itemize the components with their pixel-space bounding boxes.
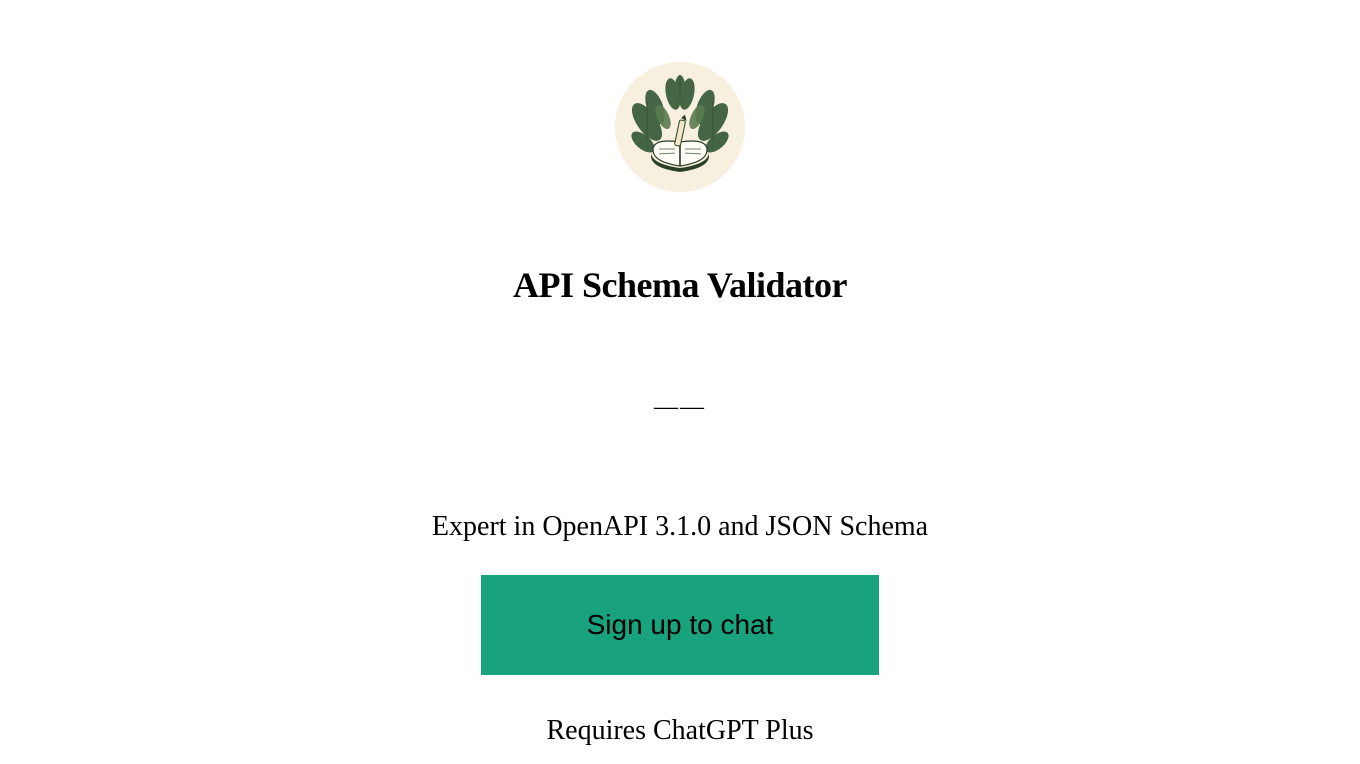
requires-text: Requires ChatGPT Plus — [546, 715, 813, 747]
signup-button[interactable]: Sign up to chat — [481, 575, 879, 675]
description-text: Expert in OpenAPI 3.1.0 and JSON Schema — [432, 511, 928, 543]
avatar — [615, 62, 745, 192]
divider: —— — [654, 394, 706, 421]
book-with-leaves-icon — [625, 72, 735, 182]
page-title: API Schema Validator — [513, 264, 847, 306]
signup-button-label: Sign up to chat — [587, 609, 774, 641]
